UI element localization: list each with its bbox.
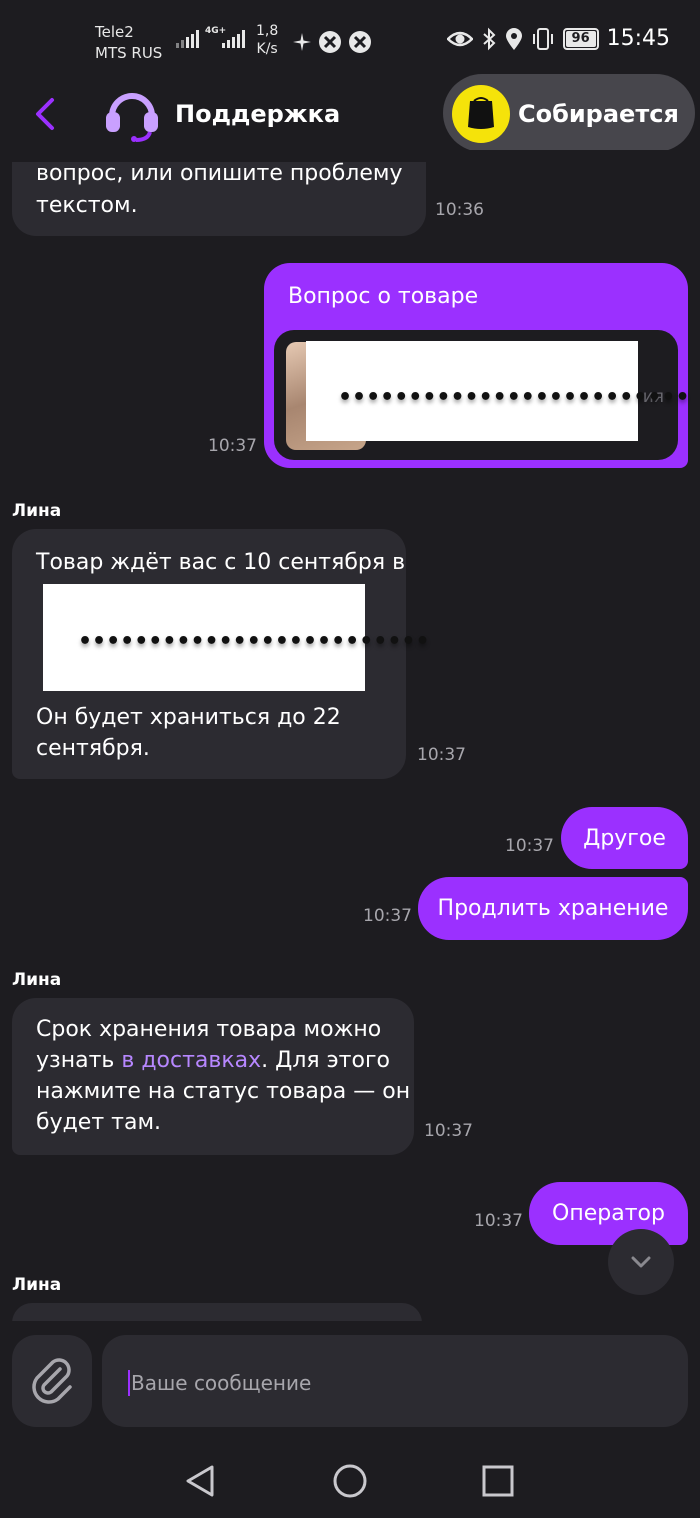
message-time: 10:36: [435, 200, 484, 220]
sender-name: Лина: [12, 970, 62, 990]
signal-icon-2: [222, 30, 245, 48]
message-time: 10:37: [363, 906, 412, 926]
attach-button[interactable]: [12, 1335, 92, 1427]
battery-level: 96: [571, 30, 590, 46]
order-status-label: Собирается: [518, 100, 679, 128]
message-time: 10:37: [208, 436, 257, 456]
message-incoming: [12, 1303, 422, 1323]
message-input-placeholder: Ваше сообщение: [131, 1371, 312, 1395]
deliveries-link[interactable]: в доставках: [121, 1048, 261, 1073]
carrier-name-2: MTS RUS: [95, 44, 163, 62]
text-caret: [128, 1370, 130, 1396]
chat-title: Поддержка: [175, 100, 341, 128]
order-bag-icon: [452, 85, 510, 143]
vibrate-icon: [532, 27, 553, 50]
status-right: 96 15:45: [446, 26, 670, 51]
back-arrow-icon[interactable]: [28, 96, 64, 132]
signal-icon: [176, 30, 199, 48]
product-question-title: Вопрос о товаре: [288, 284, 479, 309]
network-speed: 1,8 K/s: [256, 23, 279, 57]
header-divider: [0, 150, 700, 162]
headset-icon: [106, 93, 158, 142]
carrier-name-1: Tele2: [95, 23, 134, 41]
paperclip-icon: [32, 1358, 72, 1404]
message-outgoing: Продлить хранение: [418, 877, 688, 940]
app-notification-icon: [319, 31, 341, 53]
message-incoming: вопрос, или опишите проблему текстом.: [12, 150, 426, 236]
nav-recents-icon[interactable]: [482, 1465, 514, 1497]
message-incoming: Срок хранения товара можно узнать в дост…: [12, 998, 414, 1155]
redaction-dots: •••••••••••••••••••••••••: [338, 385, 690, 410]
message-outgoing: Другое: [561, 807, 688, 869]
message-time: 10:37: [424, 1121, 473, 1141]
location-icon: [505, 27, 522, 50]
app-notification-icon-2: [349, 31, 371, 53]
bluetooth-icon: [482, 27, 496, 50]
scroll-down-button[interactable]: [608, 1229, 674, 1295]
nav-back-icon[interactable]: [184, 1464, 216, 1498]
clock: 15:45: [606, 26, 670, 51]
sender-name: Лина: [12, 1275, 62, 1295]
nav-home-icon[interactable]: [332, 1463, 368, 1499]
eye-icon: [446, 31, 473, 46]
chevron-down-icon: [631, 1256, 651, 1268]
status-bar: Tele2 MTS RUS 4G+ 1,8 K/s 96 15:45: [0, 0, 700, 78]
redaction-dots: •••••••••••••••••••••••••: [78, 629, 430, 654]
system-nav-bar: [0, 1438, 700, 1518]
message-time: 10:37: [417, 745, 466, 765]
carrier-info: Tele2 MTS RUS: [95, 22, 162, 64]
message-time: 10:37: [474, 1211, 523, 1231]
message-time: 10:37: [505, 836, 554, 856]
battery-icon: 96: [562, 27, 599, 50]
sender-name: Лина: [12, 501, 62, 521]
sparkle-icon: [293, 33, 311, 51]
